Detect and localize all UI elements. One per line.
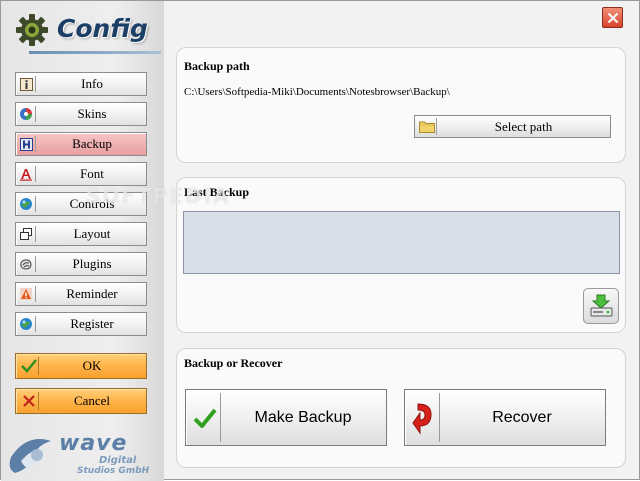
header-underline (29, 51, 161, 54)
make-backup-button[interactable]: Make Backup (185, 389, 387, 446)
watermark: SOFTPEDIA (86, 184, 231, 208)
recover-arrow-icon (408, 393, 440, 442)
register-icon (19, 316, 36, 332)
brand-name: wave (59, 431, 128, 456)
backup-path-value: C:\Users\Softpedia-Miki\Documents\Notesb… (184, 86, 450, 98)
checkmark-icon (19, 357, 39, 375)
app-title: Config (57, 14, 148, 43)
layout-icon (19, 226, 36, 242)
sidebar-item-label: Skins (77, 106, 107, 121)
sidebar-item-reminder[interactable]: Reminder (15, 282, 147, 306)
last-backup-list[interactable] (183, 211, 620, 274)
cross-icon (19, 392, 39, 410)
skins-icon (19, 106, 36, 122)
last-backup-panel: Last Backup (176, 177, 626, 333)
gear-icon (16, 14, 48, 46)
sidebar-item-skins[interactable]: Skins (15, 102, 147, 126)
sidebar-header: Config (1, 1, 164, 57)
checkmark-icon (189, 393, 221, 442)
ok-label: OK (82, 358, 102, 373)
sidebar-item-plugins[interactable]: Plugins (15, 252, 147, 276)
backup-or-recover-panel: Backup or Recover Make Backup Recover (176, 348, 626, 468)
controls-icon (19, 196, 36, 212)
close-button[interactable] (602, 7, 623, 28)
select-path-button[interactable]: Select path (414, 115, 611, 138)
sidebar-item-label: Info (81, 76, 103, 91)
sidebar-item-label: Register (70, 316, 114, 331)
sidebar-item-label: Plugins (72, 256, 112, 271)
brand-line1: Digital (99, 455, 137, 466)
select-path-label: Select path (494, 119, 553, 134)
backup-path-panel: Backup path C:\Users\Softpedia-Miki\Docu… (176, 47, 626, 163)
sidebar-item-register[interactable]: Register (15, 312, 147, 336)
drive-download-icon (590, 294, 613, 317)
close-icon (607, 12, 618, 23)
recover-button[interactable]: Recover (404, 389, 606, 446)
font-icon (19, 166, 36, 182)
backup-icon (19, 136, 36, 152)
plugins-icon (19, 256, 36, 272)
restore-backup-button[interactable] (583, 288, 619, 324)
reminder-icon (19, 286, 36, 302)
folder-icon (418, 118, 437, 135)
cancel-label: Cancel (73, 393, 111, 408)
cancel-button[interactable]: Cancel (15, 388, 147, 414)
sidebar-item-backup[interactable]: Backup (15, 132, 147, 156)
sidebar-item-label: Reminder (66, 286, 118, 301)
make-backup-label: Make Backup (254, 409, 352, 426)
backup-or-recover-title: Backup or Recover (184, 356, 283, 370)
brand-line2: Studios GmbH (77, 466, 150, 476)
sidebar-item-label: Layout (73, 226, 111, 241)
sidebar-item-label: Font (80, 166, 104, 181)
recover-label: Recover (492, 409, 552, 426)
sidebar-item-label: Backup (72, 136, 112, 151)
sidebar: Config Info Skins Backup Font Controls L… (1, 1, 164, 481)
sidebar-item-font[interactable]: Font (15, 162, 147, 186)
backup-path-title: Backup path (184, 59, 250, 73)
info-icon (19, 76, 36, 92)
config-window: Config Info Skins Backup Font Controls L… (0, 0, 640, 481)
sidebar-item-info[interactable]: Info (15, 72, 147, 96)
ok-button[interactable]: OK (15, 353, 147, 379)
sidebar-item-layout[interactable]: Layout (15, 222, 147, 246)
